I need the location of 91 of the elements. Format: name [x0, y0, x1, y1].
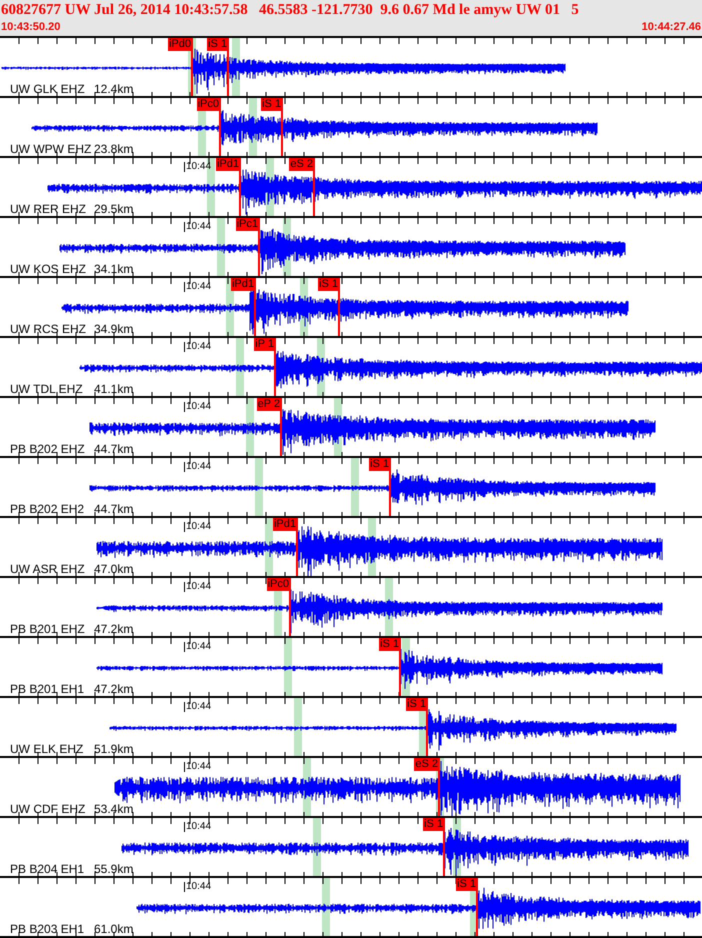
distance-label: 34.1km — [94, 263, 134, 275]
pick-line — [289, 578, 291, 636]
station-label: PB B203 EH1 — [10, 923, 84, 935]
pick-line — [399, 638, 401, 696]
station-label: UW ELK EHZ — [10, 743, 84, 755]
distance-label: 47.2km — [94, 623, 134, 635]
pick-line — [274, 338, 276, 396]
event-title: 60827677 UW Jul 26, 2014 10:43:57.58 46.5583 -121.7730 9.6 0.67 Md le amyw UW 01 5 — [1, 1, 580, 20]
station-label: UW GLK EHZ — [10, 83, 85, 95]
distance-label: 53.4km — [94, 803, 134, 815]
distance-label: 23.8km — [94, 143, 134, 155]
pick-label[interactable]: iPc0 — [266, 578, 290, 591]
pick-line — [281, 98, 283, 156]
pick-label[interactable]: iPd1 — [272, 518, 297, 531]
phase-window-band — [294, 698, 302, 756]
pick-label[interactable]: iPd1 — [230, 278, 255, 291]
pick-label[interactable]: iS 1 — [318, 278, 339, 291]
distance-label: 61.0km — [94, 923, 134, 935]
pick-line — [258, 218, 260, 276]
phase-window-band — [216, 218, 225, 276]
distance-label: 47.0km — [94, 563, 134, 575]
station-label: UW CDF EHZ — [10, 803, 86, 815]
pick-label[interactable]: iS 1 — [456, 878, 477, 891]
station-label: PB B202 EH2 — [10, 503, 84, 515]
station-label: UW KOS EHZ — [10, 263, 86, 275]
pick-line — [280, 398, 282, 456]
pick-label[interactable]: iPc1 — [236, 218, 259, 231]
phase-window-band — [351, 458, 359, 516]
pick-label[interactable]: eP 2 — [256, 398, 281, 411]
pick-line — [296, 518, 298, 576]
time-label: 10:44 — [184, 342, 212, 352]
phase-window-band — [236, 338, 244, 396]
time-label: 10:44 — [184, 882, 212, 892]
time-label: 10:44 — [184, 282, 212, 292]
pick-line — [219, 98, 221, 156]
time-label: 10:44 — [184, 522, 212, 532]
phase-window-band — [322, 878, 330, 936]
distance-label: 55.9km — [94, 863, 134, 875]
station-label: PB B204 EH1 — [10, 863, 84, 875]
pick-label[interactable]: iS 1 — [369, 458, 390, 471]
pick-line — [254, 278, 256, 336]
distance-label: 34.9km — [94, 323, 134, 335]
pick-line — [227, 38, 229, 96]
pick-line — [313, 158, 315, 216]
pick-label[interactable]: iPc0 — [196, 98, 220, 111]
phase-window-band — [284, 638, 292, 696]
distance-label: 51.9km — [94, 743, 134, 755]
pick-line — [338, 278, 340, 336]
time-label: 10:44 — [184, 762, 212, 772]
pick-line — [389, 458, 391, 516]
time-label: 10:44 — [184, 462, 212, 472]
time-label: 10:44 — [184, 822, 212, 832]
pick-line — [426, 698, 428, 756]
station-label: UW ASR EHZ — [10, 563, 85, 575]
pick-line — [191, 38, 193, 96]
station-label: UW RCS EHZ — [10, 323, 86, 335]
pick-label[interactable]: iPd1 — [216, 158, 240, 171]
station-label: UW TDL EHZ — [10, 383, 83, 395]
distance-label: 47.2km — [94, 683, 134, 695]
time-label: 10:44 — [184, 402, 212, 412]
distance-label: 44.7km — [94, 503, 134, 515]
station-label: PB B202 EHZ — [10, 443, 85, 455]
end-time: 10:44:27.46 — [642, 20, 701, 34]
pick-label[interactable]: iS 1 — [261, 98, 282, 111]
pick-label[interactable]: iP 1 — [254, 338, 275, 351]
pick-line — [443, 818, 445, 876]
pick-line — [476, 878, 478, 936]
station-label: UW WPW EHZ — [10, 143, 92, 155]
pick-label[interactable]: iS 1 — [423, 818, 444, 831]
station-label: UW RER EHZ — [10, 203, 86, 215]
pick-label[interactable]: eS 2 — [414, 758, 439, 771]
distance-label: 12.4km — [94, 83, 134, 95]
pick-label[interactable]: iPd0 — [168, 38, 192, 51]
time-label: 10:44 — [184, 582, 212, 592]
distance-label: 44.7km — [94, 443, 134, 455]
distance-label: 41.1km — [94, 383, 134, 395]
start-time: 10:43:50.20 — [1, 20, 60, 34]
pick-label[interactable]: iS 1 — [207, 38, 228, 51]
time-label: 10:44 — [184, 642, 212, 652]
phase-window-band — [255, 458, 264, 516]
time-label: 10:44 — [184, 162, 212, 172]
station-label: PB B201 EHZ — [10, 623, 85, 635]
time-label: 10:44 — [184, 222, 212, 232]
time-label: 10:44 — [184, 702, 212, 712]
pick-label[interactable]: iS 1 — [406, 698, 427, 711]
pick-line — [239, 158, 241, 216]
pick-line — [438, 758, 440, 816]
distance-label: 29.5km — [94, 203, 134, 215]
pick-label[interactable]: eS 2 — [289, 158, 314, 171]
pick-label[interactable]: iS 1 — [379, 638, 400, 651]
station-label: PB B201 EH1 — [10, 683, 84, 695]
